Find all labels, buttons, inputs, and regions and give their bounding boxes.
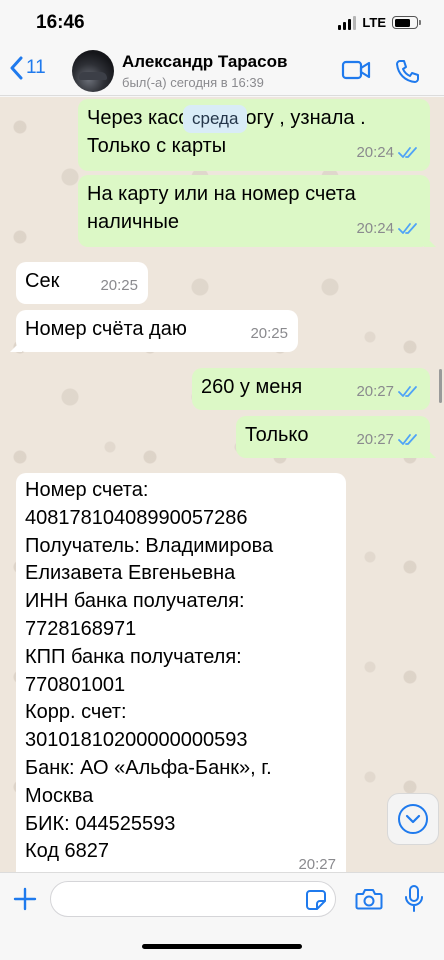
message-line: Корр. счет:	[25, 701, 127, 724]
message-line: Банк: АО «Альфа-Банк», г.	[25, 756, 272, 779]
status-indicators: LTE	[338, 15, 421, 30]
date-separator: среда	[183, 105, 248, 133]
message-meta: 20:24	[356, 215, 420, 243]
voice-call-button[interactable]	[394, 58, 420, 89]
message-time: 20:27	[356, 431, 394, 448]
phone-icon	[396, 60, 419, 83]
double-check-icon	[398, 223, 417, 234]
attach-button[interactable]	[12, 886, 38, 917]
microphone-icon	[405, 885, 423, 912]
plus-icon	[13, 887, 37, 911]
message-bubble-outgoing[interactable]: На карту или на номер счета наличные 20:…	[78, 175, 436, 247]
battery-fill	[394, 18, 411, 27]
message-line: Код 6827	[25, 840, 110, 863]
message-bubble-incoming[interactable]: Сек 20:25	[16, 262, 148, 304]
message-line: Номер счёта даю	[25, 318, 187, 340]
bubble-tail	[10, 340, 22, 352]
message-line: Через кассу не могу , узнала .	[87, 107, 366, 129]
scrollbar[interactable]	[439, 369, 442, 403]
double-check-icon	[398, 147, 417, 158]
status-time: 16:46	[36, 12, 85, 33]
chat-area[interactable]: Через кассу не могу , узнала . Только с …	[0, 97, 444, 872]
sticker-icon	[306, 890, 326, 910]
message-meta: 20:27	[298, 851, 336, 872]
message-bubble-incoming[interactable]: Номер счета: 40817810408990057286 Получа…	[16, 473, 346, 872]
message-time: 20:24	[356, 144, 394, 161]
avatar[interactable]	[72, 50, 114, 92]
chat-screen: 16:46 LTE 11 Александр Тарасов был(-а) с…	[0, 0, 444, 960]
message-meta: 20:27	[356, 378, 420, 406]
message-input[interactable]	[50, 881, 336, 917]
contact-name: Александр Тарасов	[122, 52, 288, 71]
bik-number: БИК: 044525593	[25, 812, 176, 835]
battery-icon	[392, 16, 421, 29]
message-line: На карту или на номер счета	[87, 183, 356, 205]
double-check-icon	[398, 434, 417, 445]
message-line: Номер счета:	[25, 479, 149, 501]
message-time: 20:25	[100, 277, 138, 294]
message-time: 20:27	[356, 383, 394, 400]
sticker-button[interactable]	[305, 889, 327, 916]
contact-info[interactable]: Александр Тарасов был(-а) сегодня в 16:3…	[122, 52, 287, 90]
unread-count: 11	[26, 57, 46, 78]
double-check-icon	[398, 386, 417, 397]
inn-number: 7728168971	[25, 617, 137, 640]
network-type: LTE	[362, 15, 386, 30]
message-line: ИНН банка получателя:	[25, 590, 245, 613]
message-line: Елизавета Евгеньевна	[25, 562, 236, 585]
message-line: Получатель: Владимирова	[25, 534, 274, 557]
scroll-to-bottom-button[interactable]	[387, 793, 439, 845]
camera-button[interactable]	[355, 887, 383, 916]
message-line: Москва	[25, 784, 94, 807]
account-number: 40817810408990057286	[25, 506, 248, 529]
message-bubble-incoming[interactable]: Номер счёта даю 20:25	[10, 310, 298, 352]
back-button[interactable]: 11	[10, 56, 46, 80]
message-meta: 20:24	[356, 139, 420, 167]
corr-account-number: 30101810200000000593	[25, 729, 248, 752]
message-meta: 20:25	[100, 272, 138, 300]
signal-icon	[338, 15, 357, 30]
avatar-car-shape	[79, 72, 107, 80]
voice-message-button[interactable]	[403, 884, 425, 919]
message-time: 20:27	[298, 856, 336, 872]
kpp-number: 770801001	[25, 673, 126, 696]
camera-icon	[355, 889, 383, 910]
message-bubble-outgoing[interactable]: 260 у меня 20:27	[192, 368, 430, 410]
message-meta: 20:25	[250, 320, 288, 348]
chevron-left-icon	[10, 56, 23, 80]
message-bubble-outgoing[interactable]: Через кассу не могу , узнала . Только с …	[78, 99, 430, 171]
message-line: КПП банка получателя:	[25, 645, 242, 668]
last-seen: был(-а) сегодня в 16:39	[122, 75, 264, 90]
chevron-down-icon	[398, 804, 428, 834]
message-time: 20:25	[250, 325, 288, 342]
message-meta: 20:27	[356, 426, 420, 454]
message-time: 20:24	[356, 220, 394, 237]
chat-header: 11 Александр Тарасов был(-а) сегодня в 1…	[0, 46, 444, 96]
bubble-tail	[424, 446, 436, 458]
home-indicator[interactable]	[142, 944, 302, 949]
bubble-tail	[424, 235, 436, 247]
video-call-button[interactable]	[341, 58, 371, 87]
video-camera-icon	[341, 60, 371, 80]
message-bubble-outgoing[interactable]: Только 20:27	[236, 416, 436, 458]
status-bar: 16:46 LTE	[0, 0, 444, 46]
